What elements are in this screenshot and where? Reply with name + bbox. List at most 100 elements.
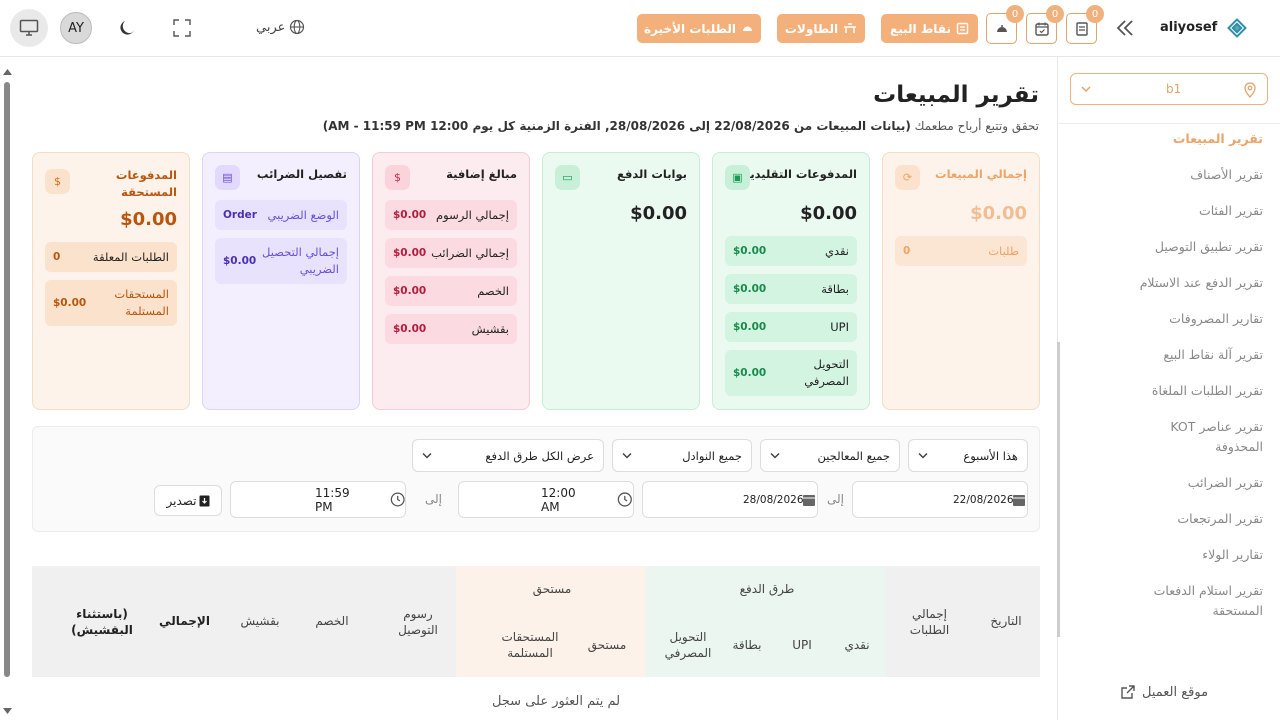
end-time-input[interactable]: 11:59 PM bbox=[230, 481, 406, 518]
language-switcher[interactable]: عربي bbox=[256, 19, 305, 35]
th-payment-methods: طرق الدفع bbox=[739, 582, 795, 596]
th-due: مستحق bbox=[587, 638, 627, 652]
total-tax-collected-row: إجمالي التحصيل الضريبي $0.00 bbox=[215, 238, 347, 284]
recent-orders-button[interactable]: الطلبات الأخيرة bbox=[637, 14, 761, 43]
kot-badge: 0 bbox=[1086, 5, 1104, 23]
desktop-view-button[interactable] bbox=[10, 9, 48, 47]
sidebar-item-expenses-report[interactable]: تقارير المصروفات bbox=[1103, 309, 1263, 329]
cash-icon: ▣ bbox=[725, 165, 750, 190]
th-total-excl-tips: (باستثناء البقشيش) bbox=[71, 607, 133, 637]
chevron-down-icon bbox=[770, 452, 780, 459]
sidebar-item-deleted-kot-report[interactable]: تقرير عناصر KOT المحذوفة bbox=[1153, 417, 1263, 457]
total-sales-value: $0.00 bbox=[970, 203, 1027, 224]
sidebar-item-due-payments-report[interactable]: تقرير استلام الدفعات المستحقة bbox=[1103, 581, 1263, 621]
branch-select[interactable]: b1 bbox=[1070, 73, 1268, 105]
card-extra-amounts: مبالغ إضافية $ إجمالي الرسوم $0.00 إجمالي… bbox=[372, 152, 530, 410]
page-title: تقرير المبيعات bbox=[873, 82, 1039, 108]
sidebar-item-cod-report[interactable]: تقرير الدفع عند الاستلام bbox=[1063, 273, 1263, 293]
sidebar-scrollbar-thumb[interactable] bbox=[1057, 342, 1060, 637]
sales-table: التاريخ إجمالي الطلبات طرق الدفع نقدي UP… bbox=[32, 566, 1040, 677]
gateways-total: $0.00 bbox=[630, 203, 687, 224]
period-select[interactable]: هذا الأسبوع bbox=[908, 439, 1028, 472]
card-due-payments: المدفوعات المستحقة $ $0.00 الطلبات المعل… bbox=[32, 152, 190, 410]
sidebar-item-items-report[interactable]: تقرير الأصناف bbox=[1103, 165, 1263, 185]
end-date-input[interactable]: 28/08/2026 bbox=[642, 481, 818, 518]
orders-count-row: طلبات 0 bbox=[895, 236, 1027, 266]
th-tips: بقشيش bbox=[240, 614, 280, 628]
chevron-down-icon bbox=[1081, 86, 1091, 93]
th-cash: نقدي bbox=[844, 638, 870, 652]
sidebar-item-loyalty-reports[interactable]: تقارير الولاء bbox=[1103, 545, 1263, 565]
tables-button[interactable]: الطاولات bbox=[777, 14, 865, 43]
start-date-input[interactable]: 22/08/2026 bbox=[852, 481, 1028, 518]
download-icon bbox=[199, 495, 210, 506]
filters-panel: هذا الأسبوع جميع المعالجين جميع النوادل … bbox=[32, 426, 1040, 532]
pos-button[interactable]: نقاط البيع bbox=[881, 14, 978, 43]
customer-site-link[interactable]: موقع العميل bbox=[1120, 684, 1208, 700]
sidebar-item-pos-machine-report[interactable]: تقرير آلة نقاط البيع bbox=[1103, 345, 1263, 365]
avatar[interactable]: AY bbox=[60, 12, 92, 44]
globe-icon bbox=[290, 19, 305, 35]
dark-mode-icon[interactable] bbox=[119, 19, 137, 37]
total-taxes-row: إجمالي الضرائب $0.00 bbox=[385, 238, 517, 268]
sidebar-divider bbox=[1058, 123, 1280, 124]
start-time-input[interactable]: 12:00 AM bbox=[458, 481, 634, 518]
page-subtitle: تحقق وتتبع أرباح مطعمك (بيانات المبيعات … bbox=[322, 119, 1039, 133]
sidebar-item-delivery-app-report[interactable]: تقرير تطبيق التوصيل bbox=[1103, 237, 1263, 257]
calendar-icon bbox=[802, 494, 815, 506]
credit-card-icon: ▭ bbox=[555, 165, 580, 190]
location-pin-icon bbox=[1244, 82, 1256, 98]
top-bar: aliyosef 0 0 0 نقاط البيع الطاولات الطلب… bbox=[0, 0, 1280, 57]
sidebar-item-tax-report[interactable]: تقرير الضرائب bbox=[1103, 473, 1263, 493]
reservations-badge: 0 bbox=[1046, 5, 1064, 23]
due-total: $0.00 bbox=[120, 209, 177, 230]
to-label-time: إلى bbox=[425, 492, 442, 506]
empty-state-text: لم يتم العثور على سجل bbox=[491, 694, 621, 709]
traditional-total: $0.00 bbox=[800, 203, 857, 224]
th-bank-transfer: التحويل المصرفي bbox=[664, 630, 712, 660]
th-discount: الخصم bbox=[315, 614, 349, 628]
waiter-requests-badge: 0 bbox=[1006, 5, 1024, 23]
th-total-orders: إجمالي الطلبات bbox=[909, 607, 950, 637]
th-date: التاريخ bbox=[990, 614, 1022, 628]
upi-row: UPI $0.00 bbox=[725, 312, 857, 342]
tax-mode-row: الوضع الضريبي Order bbox=[215, 200, 347, 230]
th-delivery-fees: رسوم التوصيل bbox=[398, 607, 438, 637]
dollar-circle-icon: $ bbox=[385, 165, 410, 190]
chevron-down-icon bbox=[918, 452, 928, 459]
tips-row: بقشيش $0.00 bbox=[385, 314, 517, 344]
clock-icon bbox=[618, 492, 633, 507]
chevron-down-icon bbox=[422, 452, 432, 459]
card-total-sales: إجمالي المبيعات ⟳ $0.00 طلبات 0 bbox=[882, 152, 1040, 410]
sidebar-item-sales-report[interactable]: تقرير المبيعات bbox=[1103, 129, 1263, 149]
sidebar-item-cancelled-orders-report[interactable]: تقرير الطلبات الملغاة bbox=[1063, 381, 1263, 401]
fullscreen-icon[interactable] bbox=[173, 19, 191, 37]
processors-select[interactable]: جميع المعالجين bbox=[760, 439, 900, 472]
pos-icon bbox=[956, 22, 969, 35]
cash-row: نقدي $0.00 bbox=[725, 236, 857, 266]
export-button[interactable]: تصدير bbox=[154, 485, 222, 516]
logo-icon bbox=[1224, 15, 1250, 41]
bank-transfer-row: التحويل المصرفي $0.00 bbox=[725, 350, 857, 396]
calendar-check-icon bbox=[1034, 22, 1049, 36]
collapse-sidebar-icon[interactable] bbox=[1114, 17, 1136, 39]
scroll-down-icon[interactable] bbox=[3, 708, 12, 714]
waiters-select[interactable]: جميع النوادل bbox=[612, 439, 752, 472]
scroll-up-icon[interactable] bbox=[3, 69, 12, 75]
payment-methods-select[interactable]: عرض الكل طرق الدفع bbox=[412, 439, 604, 472]
scrollbar[interactable] bbox=[0, 64, 14, 720]
monitor-icon bbox=[19, 19, 39, 36]
sidebar-item-refunds-report[interactable]: تقرير المرتجعات bbox=[1103, 509, 1263, 529]
th-card: بطاقة bbox=[732, 638, 762, 652]
main-content: تقرير المبيعات تحقق وتتبع أرباح مطعمك (ب… bbox=[16, 57, 1056, 720]
calendar-icon bbox=[1012, 494, 1025, 506]
discount-row: الخصم $0.00 bbox=[385, 276, 517, 306]
th-total: الإجمالي bbox=[159, 614, 210, 628]
kot-button[interactable]: 0 bbox=[1066, 5, 1104, 44]
waiter-requests-button[interactable]: 0 bbox=[986, 5, 1024, 44]
due-received-row: المستحقات المستلمة $0.00 bbox=[45, 280, 177, 326]
service-bell-icon bbox=[742, 26, 753, 32]
reservations-button[interactable]: 0 bbox=[1026, 5, 1064, 44]
scrollbar-thumb[interactable] bbox=[4, 82, 10, 677]
sidebar-item-categories-report[interactable]: تقرير الفئات bbox=[1103, 201, 1263, 221]
